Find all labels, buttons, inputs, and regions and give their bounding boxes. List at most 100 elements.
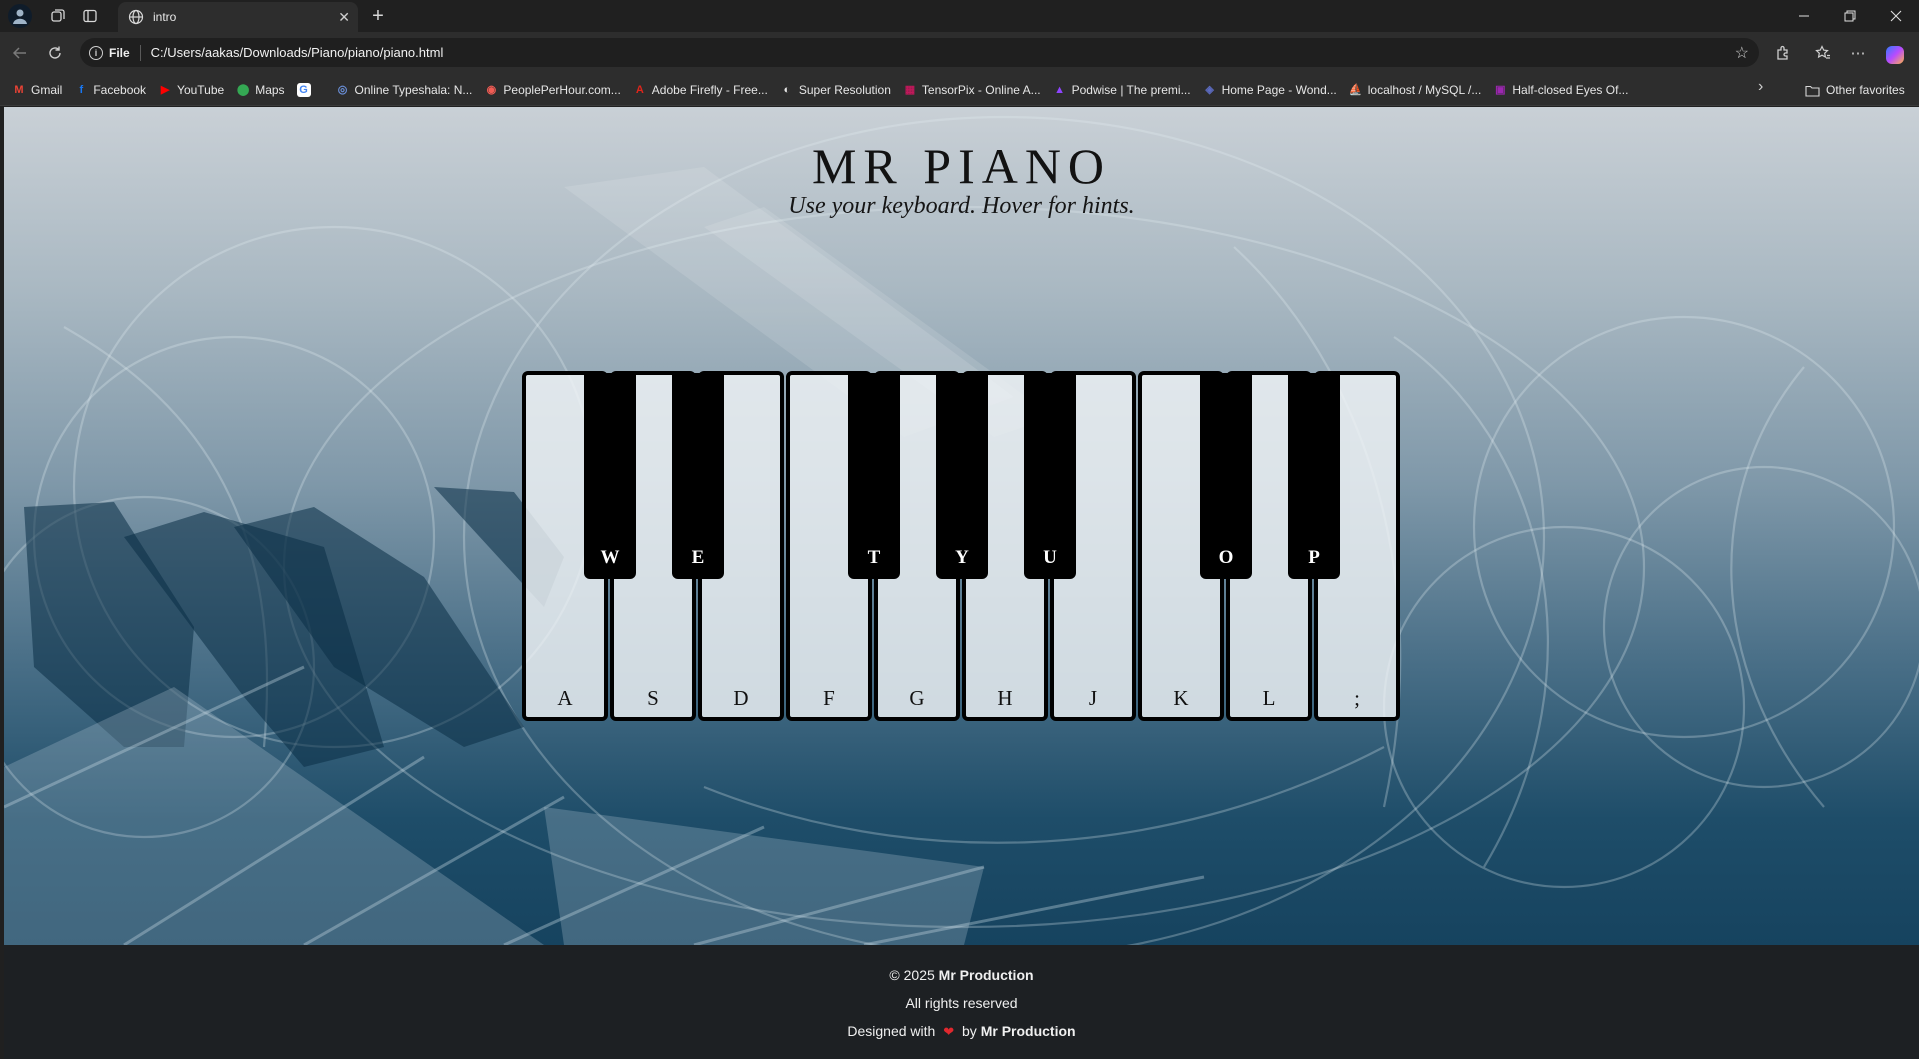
bookmark-item[interactable]: f Facebook <box>68 78 152 102</box>
facebook-icon: f <box>79 83 84 96</box>
hero-section: MR PIANO Use your keyboard. Hover for hi… <box>4 107 1919 945</box>
bookmarks-overflow-chevron-icon[interactable]: › <box>1758 78 1763 96</box>
black-key[interactable]: P <box>1288 373 1340 579</box>
profile-avatar[interactable] <box>8 4 32 28</box>
browser-titlebar: intro ✕ + <box>0 0 1919 32</box>
podwise-icon: ▲ <box>1054 83 1066 96</box>
youtube-icon: ▶ <box>160 84 170 96</box>
bookmark-item[interactable]: ◎ Online Typeshala: N... <box>330 78 479 102</box>
bookmark-item[interactable]: M Gmail <box>6 78 68 102</box>
white-key-label: S <box>647 686 659 710</box>
by-text: by <box>962 1023 977 1039</box>
refresh-icon[interactable] <box>43 41 67 65</box>
footer-rights: All rights reserved <box>905 995 1018 1011</box>
black-key-label: Y <box>955 547 969 568</box>
wonder-icon: ◈ <box>1205 84 1214 96</box>
url-scheme-label: File <box>109 45 130 60</box>
restore-button[interactable] <box>1827 0 1873 32</box>
bookmarks-list: M Gmail f Facebook ▶ YouTube ⬤ Maps G ◎ Online Typ… <box>6 78 1634 102</box>
adobe-icon: A <box>635 83 644 96</box>
black-key-label: U <box>1043 547 1057 568</box>
bookmark-label: Podwise | The premi... <box>1071 82 1191 97</box>
bookmark-item[interactable]: ▲ Podwise | The premi... <box>1047 78 1197 102</box>
tab-title: intro <box>153 10 177 24</box>
bookmark-item[interactable]: ◐ Super Resolution <box>774 78 897 102</box>
page-viewport: MR PIANO Use your keyboard. Hover for hi… <box>4 107 1919 1059</box>
other-favorites-folder[interactable]: Other favorites <box>1805 78 1905 102</box>
address-toolbar: i File C:/Users/aakas/Downloads/Piano/pi… <box>0 32 1919 74</box>
address-bar[interactable]: i File C:/Users/aakas/Downloads/Piano/pi… <box>80 38 1759 67</box>
black-key[interactable]: E <box>672 373 724 579</box>
footer-designer: Mr Production <box>980 1023 1076 1039</box>
more-options-icon[interactable]: ⋯ <box>1846 41 1870 65</box>
page-footer: © 2025 Mr Production All rights reserved… <box>4 945 1919 1059</box>
white-key-label: L <box>1262 686 1276 710</box>
bookmark-item[interactable]: ⛵ localhost / MySQL /... <box>1343 78 1488 102</box>
url-divider <box>139 44 141 61</box>
super-resolution-icon: ◐ <box>783 83 791 96</box>
page-subtitle: Use your keyboard. Hover for hints. <box>788 193 1135 219</box>
white-key-label: G <box>909 686 925 710</box>
bookmark-label: TensorPix - Online A... <box>921 82 1041 97</box>
bookmark-label: Online Typeshala: N... <box>354 82 473 97</box>
globe-icon <box>128 9 144 25</box>
black-key[interactable]: W <box>584 373 636 579</box>
bookmark-label: Gmail <box>31 82 63 97</box>
bookmarks-bar: M Gmail f Facebook ▶ YouTube ⬤ Maps G ◎ Online Typ… <box>0 74 1919 106</box>
bookmark-label: Home Page - Wond... <box>1221 82 1337 97</box>
bookmark-item[interactable]: ▦ TensorPix - Online A... <box>897 78 1047 102</box>
peopleperhour-icon: ◉ <box>486 84 497 96</box>
black-key-label: W <box>600 547 620 568</box>
copilot-icon[interactable] <box>1883 41 1907 65</box>
workspaces-icon[interactable] <box>44 2 72 30</box>
close-tab-icon[interactable]: ✕ <box>338 9 350 26</box>
black-key[interactable]: U <box>1024 373 1076 579</box>
bookmark-label: localhost / MySQL /... <box>1367 82 1482 97</box>
black-key[interactable]: T <box>848 373 900 579</box>
extensions-icon[interactable] <box>1771 41 1795 65</box>
phpmyadmin-icon: ⛵ <box>1348 84 1363 96</box>
bookmark-item[interactable]: ▶ YouTube <box>152 78 230 102</box>
white-key-label: H <box>997 686 1013 710</box>
heart-icon: ❤ <box>943 1024 955 1039</box>
tensorpix-icon: ▦ <box>904 84 916 96</box>
bookmark-item[interactable]: G <box>291 78 330 102</box>
black-key[interactable]: O <box>1200 373 1252 579</box>
footer-credit: Designed with ❤ by Mr Production <box>4 1017 1919 1045</box>
favorites-icon[interactable] <box>1811 41 1835 65</box>
bookmark-label: Maps <box>255 82 285 97</box>
other-favorites-label: Other favorites <box>1826 83 1905 97</box>
black-key[interactable]: Y <box>936 373 988 579</box>
copyright-text: © 2025 <box>889 967 935 983</box>
white-key-label: J <box>1088 686 1098 710</box>
close-window-button[interactable] <box>1873 0 1919 32</box>
tab-intro[interactable]: intro ✕ <box>118 2 358 32</box>
site-info-icon[interactable]: i <box>89 45 103 60</box>
white-key-label: K <box>1173 686 1189 710</box>
google-icon: G <box>296 82 311 97</box>
bookmark-item[interactable]: ◉ PeoplePerHour.com... <box>478 78 626 102</box>
bookmark-item[interactable]: A Adobe Firefly - Free... <box>627 78 774 102</box>
tab-actions-icon[interactable] <box>76 2 104 30</box>
new-tab-button[interactable]: + <box>366 4 390 28</box>
bookmark-item[interactable]: ▣ Half-closed Eyes Of... <box>1487 78 1634 102</box>
bookmark-label: PeoplePerHour.com... <box>503 82 621 97</box>
piano-keyboard: A S D F G H J K L; W E T Y U O P <box>522 371 1403 721</box>
minimize-button[interactable] <box>1781 0 1827 32</box>
white-key-label: A <box>557 686 573 710</box>
bookmark-item[interactable]: ◈ Home Page - Wond... <box>1197 78 1343 102</box>
url-text[interactable]: C:/Users/aakas/Downloads/Piano/piano/pia… <box>151 45 444 60</box>
black-key-label: O <box>1218 547 1234 568</box>
typeshala-icon: ◎ <box>337 84 348 96</box>
page-title: MR PIANO <box>811 138 1112 194</box>
favorite-star-icon[interactable]: ☆ <box>1735 43 1749 63</box>
white-key-label: D <box>733 686 749 710</box>
maps-icon: ⬤ <box>237 84 250 96</box>
black-key-label: T <box>867 547 881 568</box>
bookmark-item[interactable]: ⬤ Maps <box>230 78 290 102</box>
bookmark-label: Super Resolution <box>798 82 891 97</box>
image-site-icon: ▣ <box>1495 84 1506 96</box>
bookmark-label: Facebook <box>93 82 147 97</box>
black-key-label: P <box>1308 547 1320 568</box>
back-icon[interactable] <box>8 41 32 65</box>
